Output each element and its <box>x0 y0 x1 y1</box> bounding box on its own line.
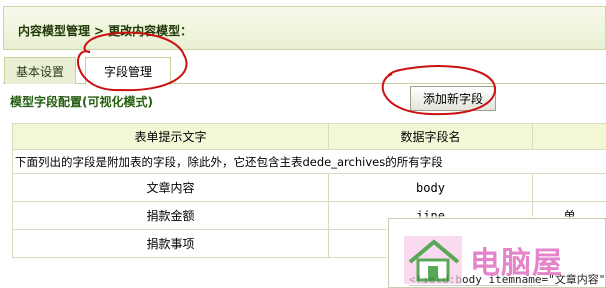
house-logo-icon <box>404 236 462 284</box>
table-note: 下面列出的字段是附加表的字段，除此外，它还包含主表dede_archives的所… <box>12 149 606 174</box>
breadcrumb-separator: > <box>94 24 105 38</box>
tab-label: 字段管理 <box>103 65 152 79</box>
watermark: 电脑屋 <box>402 232 606 288</box>
breadcrumb-current: 更改内容模型： <box>108 24 193 38</box>
field-label: 捐款事项 <box>12 229 329 258</box>
table-row: 文章内容 body <box>12 173 606 202</box>
page: 内容模型管理 > 更改内容模型： 基本设置 字段管理 模型字段配置(可视化模式) 添… <box>0 0 606 288</box>
column-header: 表单提示文字 <box>12 123 329 150</box>
breadcrumb-bar: 内容模型管理 > 更改内容模型： <box>3 6 606 50</box>
field-extra <box>532 173 606 202</box>
section-title: 模型字段配置(可视化模式) <box>10 95 153 109</box>
column-header: 数据字段名 <box>328 123 533 150</box>
field-name: body <box>328 173 533 202</box>
field-label: 文章内容 <box>12 173 329 202</box>
tab-label: 基本设置 <box>15 64 64 79</box>
column-header-empty <box>532 123 606 150</box>
watermark-text: 电脑屋 <box>470 246 563 281</box>
field-label: 捐款金额 <box>12 201 329 230</box>
tab-basic-settings[interactable]: 基本设置 <box>4 57 76 84</box>
tab-field-management[interactable]: 字段管理 <box>85 57 171 85</box>
breadcrumb-root-link[interactable]: 内容模型管理 <box>18 24 90 38</box>
breadcrumb: 内容模型管理 > 更改内容模型： <box>18 22 192 39</box>
table-header-row: 表单提示文字 数据字段名 <box>12 123 606 150</box>
add-field-button[interactable]: 添加新字段 <box>410 86 496 111</box>
table-note-row: 下面列出的字段是附加表的字段，除此外，它还包含主表dede_archives的所… <box>12 149 606 174</box>
